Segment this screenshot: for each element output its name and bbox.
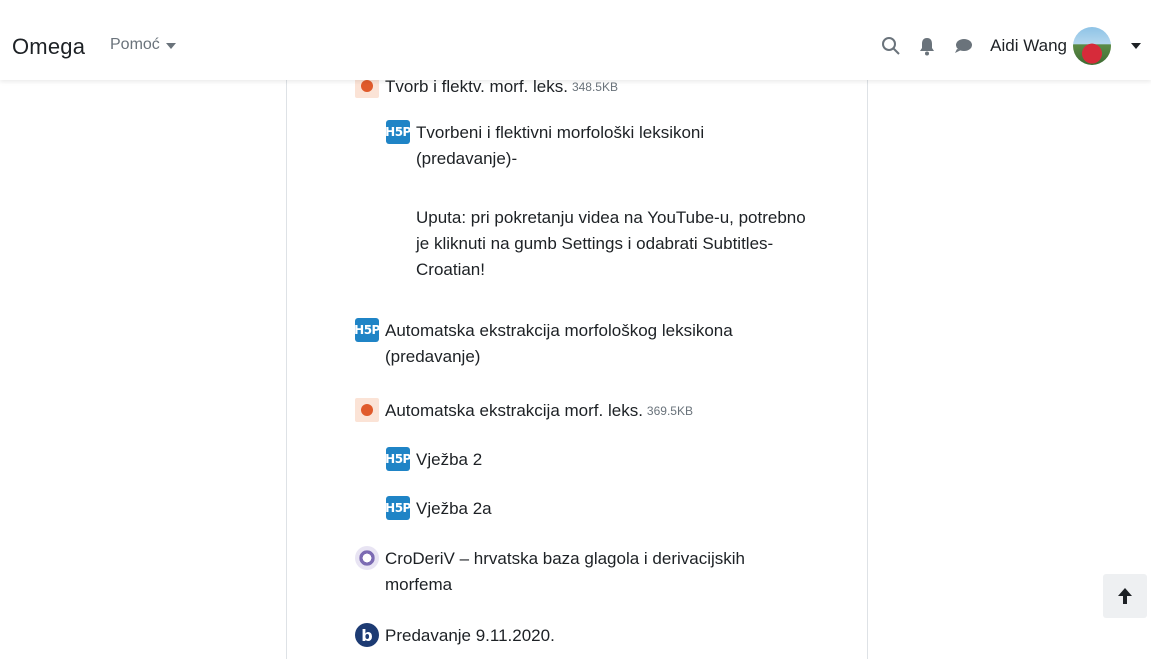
h5p-icon: H5P bbox=[385, 120, 411, 144]
activity-link[interactable]: Predavanje 9.11.2020. bbox=[385, 623, 555, 649]
avatar[interactable] bbox=[1073, 27, 1111, 65]
bell-icon[interactable] bbox=[916, 35, 938, 57]
activity-bbb-predavanje[interactable]: b Predavanje 9.11.2020. bbox=[355, 623, 555, 649]
activity-h5p-vjezba-2[interactable]: H5P Vježba 2 bbox=[385, 447, 482, 473]
activity-h5p-tvorbeni[interactable]: H5P Tvorbeni i flektivni morfološki leks… bbox=[385, 120, 806, 172]
user-menu-chevron-down-icon[interactable] bbox=[1131, 43, 1141, 49]
h5p-icon: H5P bbox=[385, 496, 411, 520]
user-name[interactable]: Aidi Wang bbox=[990, 36, 1067, 56]
activity-link[interactable]: Vježba 2 bbox=[416, 447, 482, 473]
h5p-icon: H5P bbox=[354, 318, 380, 342]
activity-link[interactable]: CroDeriV – hrvatska baza glagola i deriv… bbox=[385, 546, 775, 598]
url-link-icon bbox=[355, 546, 379, 570]
bigbluebutton-icon: b bbox=[355, 623, 379, 647]
help-menu-label: Pomoć bbox=[110, 36, 160, 53]
chat-icon[interactable] bbox=[952, 35, 974, 57]
activity-link[interactable]: Automatska ekstrakcija morf. leks. bbox=[385, 398, 643, 424]
chevron-down-icon bbox=[165, 43, 176, 49]
search-icon[interactable] bbox=[880, 35, 902, 57]
activity-link[interactable]: Automatska ekstrakcija morfološkog leksi… bbox=[385, 318, 785, 370]
site-brand[interactable]: Omega bbox=[12, 34, 85, 60]
file-size: 369.5KB bbox=[646, 404, 693, 418]
powerpoint-icon bbox=[355, 398, 379, 422]
help-menu[interactable]: Pomoć bbox=[110, 36, 176, 54]
h5p-icon: H5P bbox=[385, 447, 411, 471]
activity-description: Uputa: pri pokretanju videa na YouTube-u… bbox=[416, 208, 806, 279]
top-navbar: Omega Pomoć Aidi Wang bbox=[0, 0, 1151, 80]
activity-ppt-automatska[interactable]: Automatska ekstrakcija morf. leks. 369.5… bbox=[355, 398, 693, 424]
arrow-up-icon bbox=[1118, 588, 1132, 604]
activity-link[interactable]: Tvorbeni i flektivni morfološki leksikon… bbox=[416, 120, 806, 172]
activity-url-croderiv[interactable]: CroDeriV – hrvatska baza glagola i deriv… bbox=[355, 546, 775, 598]
user-area: Aidi Wang bbox=[880, 24, 1141, 68]
activity-h5p-automatska-ekstrakcija[interactable]: H5P Automatska ekstrakcija morfološkog l… bbox=[354, 318, 785, 370]
activity-link[interactable]: Vježba 2a bbox=[416, 496, 492, 522]
back-to-top-button[interactable] bbox=[1103, 574, 1147, 618]
page-region: Tvorb i flektv. morf. leks. 348.5KB H5P … bbox=[0, 74, 1151, 659]
activity-h5p-vjezba-2a[interactable]: H5P Vježba 2a bbox=[385, 496, 492, 522]
